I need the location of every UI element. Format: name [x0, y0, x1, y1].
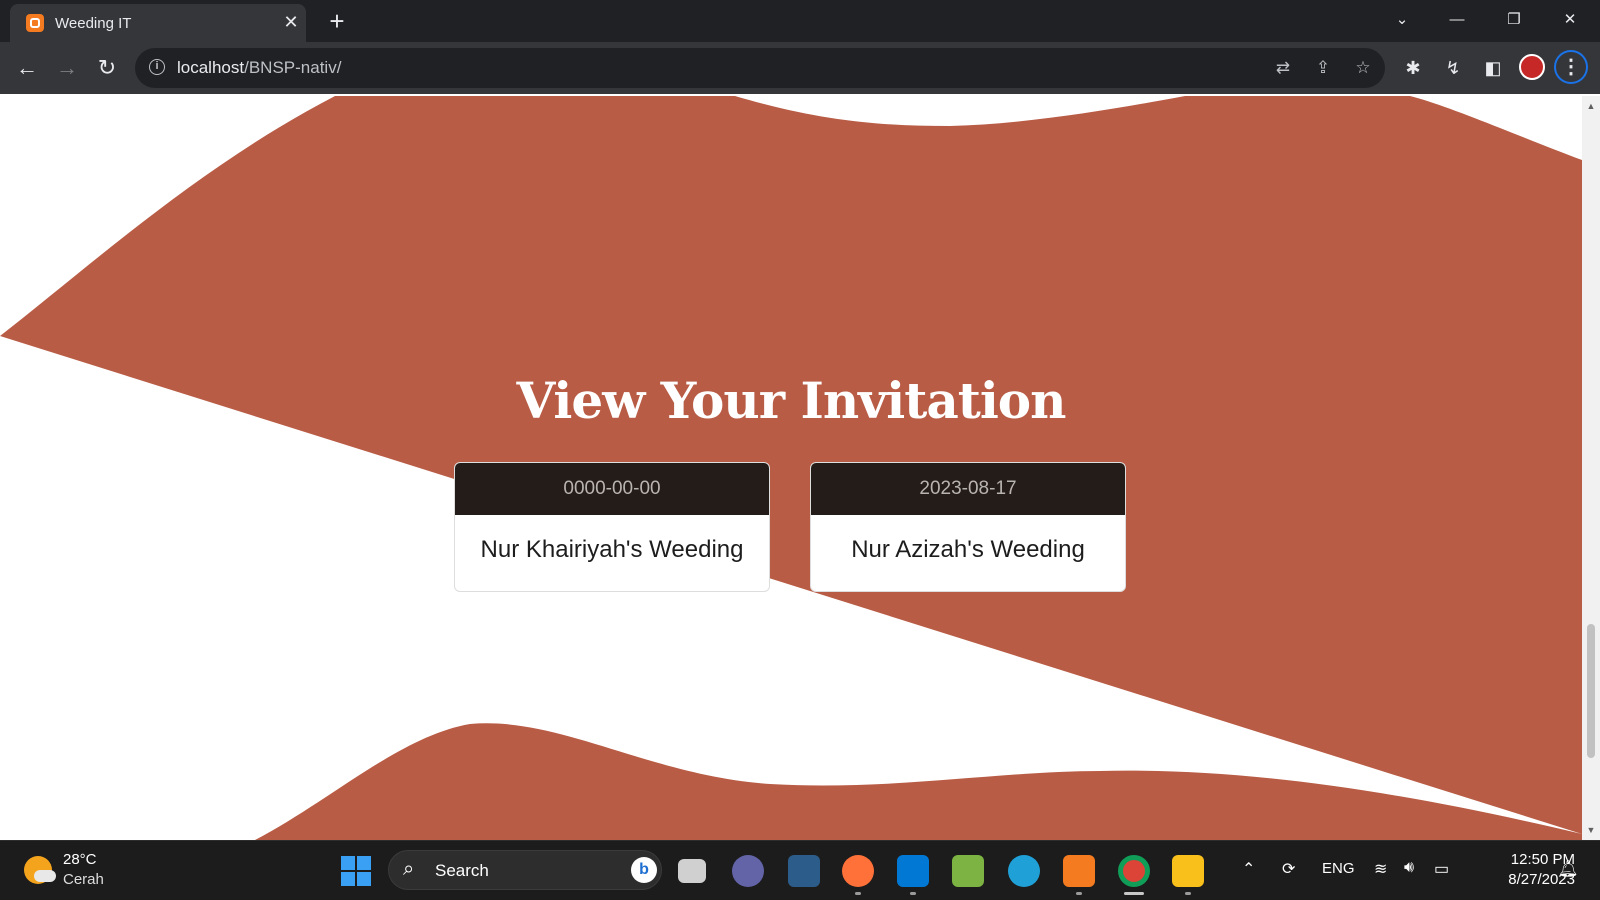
extensions-icon[interactable]: ✱: [1400, 55, 1426, 81]
invitation-name[interactable]: Nur Khairiyah's Weeding: [455, 515, 769, 591]
weather-icon[interactable]: [24, 856, 56, 884]
close-window-button[interactable]: ✕: [1550, 6, 1590, 34]
page-viewport: View Your Invitation 0000-00-00 Nur Khai…: [0, 96, 1582, 840]
show-hidden-icons-chevron-icon[interactable]: ⌃: [1242, 859, 1255, 879]
bookmark-star-icon[interactable]: ☆: [1351, 56, 1375, 80]
invitation-date: 2023-08-17: [811, 463, 1125, 515]
mysql-workbench-icon[interactable]: [788, 855, 820, 887]
firefox-icon[interactable]: [842, 855, 874, 887]
running-indicator: [910, 892, 916, 895]
wave-background: [0, 96, 1582, 840]
forward-button[interactable]: →: [53, 54, 81, 82]
search-icon: ⌕: [403, 858, 415, 880]
scroll-down-icon[interactable]: ▼: [1582, 822, 1600, 838]
running-indicator: [1076, 892, 1082, 895]
minimize-button[interactable]: —: [1437, 6, 1477, 34]
invitation-card[interactable]: 2023-08-17 Nur Azizah's Weeding: [810, 462, 1126, 592]
invitation-date: 0000-00-00: [455, 463, 769, 515]
xampp-favicon-icon: [26, 14, 44, 32]
scrollbar-thumb[interactable]: [1587, 624, 1595, 758]
site-info-icon[interactable]: i: [149, 59, 165, 75]
sync-icon[interactable]: ⟳: [1282, 859, 1295, 879]
edge-icon[interactable]: [1008, 855, 1040, 887]
wifi-icon[interactable]: ≋: [1374, 859, 1387, 879]
share-icon[interactable]: ⇪: [1311, 56, 1335, 80]
new-tab-button[interactable]: +: [323, 8, 351, 36]
page-scrollbar[interactable]: ▲ ▼: [1582, 96, 1600, 840]
language-indicator[interactable]: ENG: [1322, 860, 1355, 877]
battery-icon[interactable]: ▭: [1434, 859, 1449, 879]
vscode-icon[interactable]: [897, 855, 929, 887]
running-indicator: [855, 892, 861, 895]
bing-icon[interactable]: b: [631, 857, 657, 883]
xampp-icon[interactable]: [1063, 855, 1095, 887]
task-view-icon[interactable]: [678, 859, 706, 883]
close-tab-icon[interactable]: ✕: [280, 11, 302, 33]
scroll-up-icon[interactable]: ▲: [1582, 98, 1600, 114]
performance-icon[interactable]: ↯: [1440, 55, 1466, 81]
file-explorer-icon[interactable]: [1172, 855, 1204, 887]
browser-tab-strip: Weeding IT ✕ + ⌄ — ❐ ✕: [0, 0, 1600, 42]
translate-icon[interactable]: ⇄: [1271, 56, 1295, 80]
active-indicator: [1124, 892, 1144, 895]
taskbar-search-box[interactable]: ⌕ Search b: [388, 850, 662, 890]
weather-condition[interactable]: Cerah: [63, 871, 104, 888]
address-bar[interactable]: i localhost/BNSP-nativ/ ⇄ ⇪ ☆: [135, 48, 1385, 88]
tab-search-icon[interactable]: ⌄: [1382, 6, 1422, 34]
browser-tab[interactable]: Weeding IT ✕: [10, 4, 306, 42]
windows-start-icon[interactable]: [341, 856, 371, 886]
volume-icon[interactable]: 🔊︎: [1404, 859, 1414, 877]
terracotta-wave-shape: [0, 96, 1582, 840]
chrome-icon[interactable]: [1118, 855, 1150, 887]
browser-toolbar: ← → ↻ i localhost/BNSP-nativ/ ⇄ ⇪ ☆ ✱ ↯ …: [0, 42, 1600, 94]
windows-taskbar: 28°C Cerah ⌕ Search b ⌃ ⟳ ENG ≋ 🔊︎ ▭ 12:…: [0, 840, 1600, 900]
side-panel-icon[interactable]: ◧: [1480, 55, 1506, 81]
browser-menu-icon[interactable]: ⋮: [1554, 50, 1588, 84]
invitation-card[interactable]: 0000-00-00 Nur Khairiyah's Weeding: [454, 462, 770, 592]
notification-icon[interactable]: 🔔︎: [1558, 859, 1578, 879]
teams-chat-icon[interactable]: [732, 855, 764, 887]
running-indicator: [1185, 892, 1191, 895]
url-text[interactable]: localhost/BNSP-nativ/: [177, 58, 341, 78]
notepad-plus-plus-icon[interactable]: [952, 855, 984, 887]
search-placeholder: Search: [435, 861, 489, 880]
back-button[interactable]: ←: [13, 54, 41, 82]
restore-button[interactable]: ❐: [1494, 6, 1534, 34]
weather-temperature[interactable]: 28°C: [63, 851, 97, 868]
tab-title: Weeding IT: [55, 15, 132, 32]
reload-button[interactable]: ↻: [93, 54, 121, 82]
section-title: View Your Invitation: [516, 371, 1066, 430]
invitation-name[interactable]: Nur Azizah's Weeding: [811, 515, 1125, 591]
profile-avatar[interactable]: [1519, 54, 1545, 80]
